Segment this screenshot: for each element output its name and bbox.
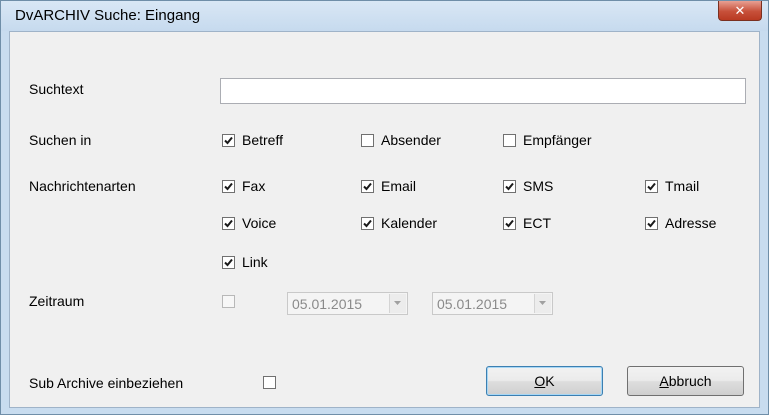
period-to-value: 05.01.2015 [437, 296, 508, 312]
sub-archive-label: Sub Archive einbeziehen [29, 375, 184, 391]
checkmark-icon [224, 219, 233, 228]
cancel-accelerator: A [659, 373, 669, 389]
chevron-down-icon[interactable] [534, 294, 551, 313]
search-in-checkbox[interactable] [361, 134, 374, 147]
checkmark-icon [363, 219, 372, 228]
message-types-label: Fax [242, 178, 266, 194]
message-types-checkbox[interactable] [645, 217, 658, 230]
sub-archive-checkbox[interactable] [263, 376, 276, 389]
message-types-checkbox[interactable] [645, 180, 658, 193]
title-bar[interactable]: DvARCHIV Suche: Eingang ✕ [1, 1, 768, 31]
chevron-down-icon[interactable] [389, 294, 406, 313]
period-to-combo[interactable]: 05.01.2015 [432, 292, 553, 315]
checkmark-icon [647, 182, 656, 191]
ok-button[interactable]: OK [486, 366, 603, 396]
checkmark-icon [647, 219, 656, 228]
close-icon: ✕ [734, 3, 746, 18]
cancel-label-rest: bbruch [668, 373, 712, 389]
ok-accelerator: O [534, 373, 546, 389]
checkmark-icon [505, 219, 514, 228]
checkmark-icon [363, 182, 372, 191]
checkmark-icon [224, 182, 233, 191]
period-checkbox[interactable] [222, 295, 235, 308]
message-types-checkbox[interactable] [503, 217, 516, 230]
cancel-button[interactable]: Abbruch [627, 366, 744, 396]
checkmark-icon [224, 258, 233, 267]
close-button[interactable]: ✕ [718, 1, 762, 21]
search-in-checkbox[interactable] [222, 134, 235, 147]
dialog-body: Suchtext Suchen in Betreff Absender Empfän… [9, 31, 760, 408]
search-in-label: Suchen in [29, 132, 92, 148]
search-in-checkbox[interactable] [503, 134, 516, 147]
dialog-window: DvARCHIV Suche: Eingang ✕ Suchtext Suche… [0, 0, 769, 415]
period-from-value: 05.01.2015 [292, 296, 363, 312]
message-types-checkbox[interactable] [361, 180, 374, 193]
search-text-input[interactable] [220, 78, 746, 104]
message-types-checkbox[interactable] [222, 217, 235, 230]
window-title: DvARCHIV Suche: Eingang [15, 7, 201, 24]
message-types-label: Nachrichtenarten [29, 178, 136, 194]
search-in-label: Absender [381, 132, 441, 148]
message-types-label: Adresse [665, 215, 717, 231]
period-from-combo[interactable]: 05.01.2015 [287, 292, 408, 315]
period-label: Zeitraum [29, 293, 85, 309]
message-types-label: Kalender [381, 215, 438, 231]
search-in-label: Empfänger [523, 132, 592, 148]
message-types-label: Email [381, 178, 417, 194]
search-in-label: Betreff [242, 132, 283, 148]
search-text-label: Suchtext [29, 81, 84, 97]
message-types-checkbox[interactable] [222, 256, 235, 269]
message-types-checkbox[interactable] [361, 217, 374, 230]
message-types-label: ECT [523, 215, 551, 231]
checkmark-icon [224, 136, 233, 145]
message-types-checkbox[interactable] [503, 180, 516, 193]
message-types-label: Voice [242, 215, 277, 231]
message-types-label: Tmail [665, 178, 700, 194]
checkmark-icon [505, 182, 514, 191]
ok-label-rest: K [545, 373, 555, 389]
message-types-label: SMS [523, 178, 554, 194]
message-types-label: Link [242, 254, 268, 270]
message-types-checkbox[interactable] [222, 180, 235, 193]
